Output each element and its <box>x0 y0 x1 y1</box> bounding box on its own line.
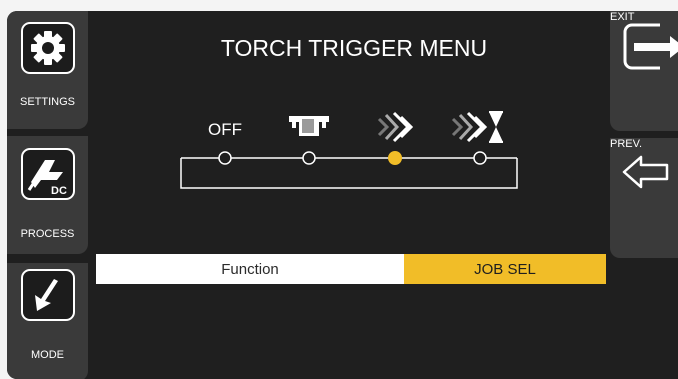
function-row[interactable]: Function JOB SEL <box>96 254 606 284</box>
option-dot-2step <box>302 151 316 165</box>
function-value[interactable]: JOB SEL <box>404 254 606 284</box>
option-dot-4step-timer <box>473 151 487 165</box>
mode-arrow-icon <box>21 269 75 321</box>
prev-label: PREV. <box>610 138 643 150</box>
2-step-icon <box>289 116 329 136</box>
option-dot-off <box>218 151 232 165</box>
mode-button[interactable]: MODE <box>7 263 88 379</box>
option-dot-4step-selected <box>388 151 402 165</box>
screen: SETTINGS DC PROCESS MODE EXIT PREV. TORC… <box>7 11 678 379</box>
exit-button[interactable]: EXIT <box>610 11 678 131</box>
back-arrow-icon <box>621 152 671 195</box>
prev-button[interactable]: PREV. <box>610 138 678 258</box>
trigger-frame <box>180 158 518 189</box>
mode-label: MODE <box>31 349 64 361</box>
off-label: OFF <box>208 120 242 139</box>
exit-icon <box>620 19 678 78</box>
4-step-timer-icon <box>451 111 503 143</box>
trigger-selector: OFF <box>180 111 518 189</box>
function-label: Function <box>96 254 404 284</box>
4-step-icon <box>377 111 414 143</box>
